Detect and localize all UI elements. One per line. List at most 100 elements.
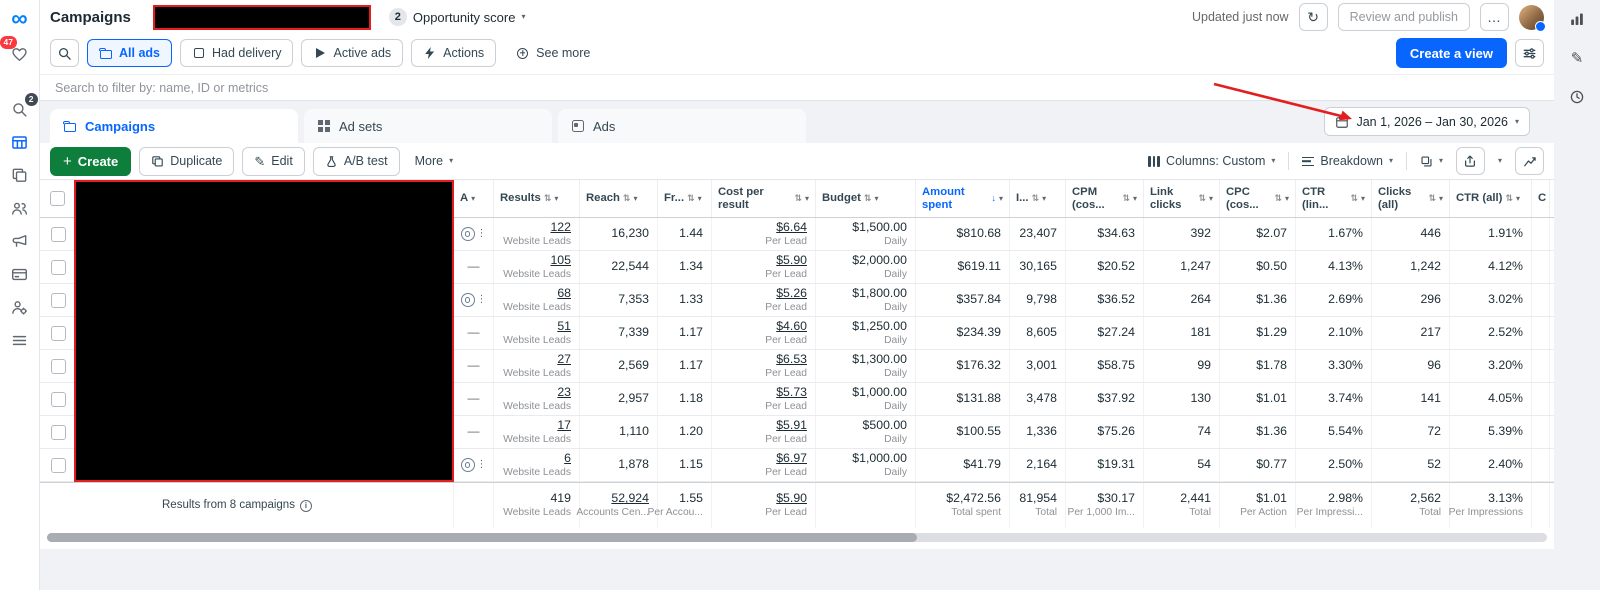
metric-link[interactable]: $6.97 bbox=[776, 451, 807, 466]
filter-chip-all-ads[interactable]: All ads bbox=[87, 39, 172, 67]
filter-chip-active-ads[interactable]: Active ads bbox=[301, 39, 404, 67]
filter-chip-see-more[interactable]: See more bbox=[504, 39, 603, 67]
column-header-attr[interactable]: A ▾ bbox=[454, 180, 494, 217]
breakdown-button[interactable]: Breakdown ▾ bbox=[1295, 146, 1400, 176]
nav-pages[interactable] bbox=[9, 164, 31, 186]
nav-all-tools[interactable] bbox=[9, 329, 31, 351]
tab-ad-sets[interactable]: Ad sets bbox=[304, 109, 552, 143]
attribution-setting-icon[interactable] bbox=[460, 458, 475, 472]
overflow-dots-icon[interactable]: ⋮ bbox=[477, 228, 487, 239]
metric-link[interactable]: 17 bbox=[557, 418, 571, 433]
metric-link[interactable]: 27 bbox=[557, 352, 571, 367]
filter-chip-had-delivery[interactable]: Had delivery bbox=[180, 39, 294, 67]
nav-settings[interactable] bbox=[9, 296, 31, 318]
view-settings-button[interactable] bbox=[1515, 39, 1544, 67]
column-header-ctr_all[interactable]: CTR (all) ⇅ ▾ bbox=[1450, 180, 1532, 217]
info-icon[interactable]: i bbox=[299, 499, 312, 512]
metric-link[interactable]: 6 bbox=[564, 451, 571, 466]
column-header-cpc[interactable]: CPC (cos... ⇅ ▾ bbox=[1220, 180, 1296, 217]
tab-campaigns[interactable]: Campaigns bbox=[50, 109, 298, 143]
column-header-reach[interactable]: Reach ⇅ ▾ bbox=[580, 180, 658, 217]
review-and-publish-button[interactable]: Review and publish bbox=[1337, 3, 1470, 31]
metric-value: $357.84 bbox=[956, 292, 1001, 307]
metric-link[interactable]: $6.53 bbox=[776, 352, 807, 367]
export-button[interactable] bbox=[1455, 147, 1485, 175]
search-input[interactable] bbox=[55, 80, 1539, 95]
row-checkbox[interactable] bbox=[51, 325, 66, 341]
more-options-button[interactable]: … bbox=[1480, 3, 1509, 31]
column-header-results[interactable]: Results ⇅ ▾ bbox=[494, 180, 580, 217]
history-panel-button[interactable] bbox=[1567, 87, 1587, 107]
row-checkbox[interactable] bbox=[51, 292, 66, 308]
column-header-impressions[interactable]: I... ⇅ ▾ bbox=[1010, 180, 1066, 217]
column-header-extra[interactable]: C bbox=[1532, 180, 1550, 217]
date-range-picker[interactable]: Jan 1, 2026 – Jan 30, 2026 ▾ bbox=[1324, 107, 1530, 136]
filter-chip-actions[interactable]: Actions bbox=[411, 39, 497, 67]
nav-audiences[interactable] bbox=[9, 197, 31, 219]
row-checkbox[interactable] bbox=[51, 424, 66, 440]
export-options-button[interactable]: ▾ bbox=[1490, 146, 1509, 176]
column-header-link_clicks[interactable]: Link clicks ⇅ ▾ bbox=[1144, 180, 1220, 217]
cell-reach: 2,569 bbox=[580, 350, 658, 382]
more-button[interactable]: More ▾ bbox=[407, 146, 461, 176]
row-checkbox[interactable] bbox=[51, 259, 66, 275]
metric-value: 1.18 bbox=[679, 391, 703, 406]
avatar[interactable] bbox=[1519, 4, 1546, 32]
edit-button[interactable]: ✎ Edit bbox=[242, 146, 305, 176]
metric-link[interactable]: $5.90 bbox=[776, 492, 807, 506]
person-gear-icon bbox=[12, 300, 27, 315]
metric-link[interactable]: $5.26 bbox=[776, 286, 807, 301]
opportunity-score[interactable]: 2 Opportunity score ▾ bbox=[388, 8, 525, 26]
column-header-spent[interactable]: Amount spent ↓ ▾ bbox=[916, 180, 1010, 217]
metric-link[interactable]: $5.90 bbox=[776, 253, 807, 268]
nav-notifications[interactable]: 47 bbox=[0, 36, 31, 65]
metric-link[interactable]: 23 bbox=[557, 385, 571, 400]
create-button[interactable]: + Create bbox=[50, 146, 132, 176]
nav-ads-manager[interactable] bbox=[9, 131, 31, 153]
metric-link[interactable]: $5.73 bbox=[776, 385, 807, 400]
scrollbar-track[interactable] bbox=[47, 533, 1547, 542]
metric-link[interactable]: 122 bbox=[550, 220, 571, 235]
row-checkbox[interactable] bbox=[51, 226, 66, 242]
duplicate-button[interactable]: Duplicate bbox=[139, 146, 235, 176]
filter-search-button[interactable] bbox=[50, 39, 79, 67]
edit-panel-button[interactable]: ✎ bbox=[1567, 48, 1587, 68]
ab-test-button[interactable]: A/B test bbox=[312, 146, 400, 176]
columns-button[interactable]: Columns: Custom ▾ bbox=[1141, 146, 1283, 176]
column-header-ctr_link[interactable]: CTR (lin... ⇅ ▾ bbox=[1296, 180, 1372, 217]
overflow-dots-icon[interactable]: ⋮ bbox=[477, 459, 487, 470]
metric-link[interactable]: $5.91 bbox=[776, 418, 807, 433]
metric-link[interactable]: 51 bbox=[557, 319, 571, 334]
row-checkbox[interactable] bbox=[51, 358, 66, 374]
tab-ads[interactable]: Ads bbox=[558, 109, 806, 143]
metric-link[interactable]: 105 bbox=[550, 253, 571, 268]
nav-promotions[interactable] bbox=[9, 230, 31, 252]
column-header-cpm[interactable]: CPM (cos... ⇅ ▾ bbox=[1066, 180, 1144, 217]
metric-link[interactable]: 52,924 bbox=[611, 492, 649, 506]
column-header-freq[interactable]: Fr... ⇅ ▾ bbox=[658, 180, 712, 217]
select-all-checkbox[interactable] bbox=[49, 191, 65, 206]
row-checkbox[interactable] bbox=[51, 457, 66, 473]
calendar-icon bbox=[1336, 115, 1349, 128]
nav-billing[interactable] bbox=[9, 263, 31, 285]
nav-search[interactable]: 2 bbox=[9, 93, 38, 120]
column-header-budget[interactable]: Budget ⇅ ▾ bbox=[816, 180, 916, 217]
meta-logo[interactable]: ∞ bbox=[11, 7, 27, 30]
column-header-cpr[interactable]: Cost per result ⇅ ▾ bbox=[712, 180, 816, 217]
cell-clicks_all: 141 bbox=[1372, 383, 1450, 415]
row-checkbox[interactable] bbox=[51, 391, 66, 407]
column-header-clicks_all[interactable]: Clicks (all) ⇅ ▾ bbox=[1372, 180, 1450, 217]
metric-link[interactable]: 68 bbox=[557, 286, 571, 301]
attribution-setting-icon[interactable] bbox=[460, 293, 475, 307]
metric-link[interactable]: $4.60 bbox=[776, 319, 807, 334]
refresh-button[interactable]: ↻ bbox=[1298, 3, 1328, 31]
overflow-dots-icon[interactable]: ⋮ bbox=[477, 294, 487, 305]
metric-link[interactable]: $6.64 bbox=[776, 220, 807, 235]
view-charts-button[interactable] bbox=[1515, 147, 1544, 175]
scrollbar-thumb[interactable] bbox=[47, 533, 917, 542]
create-a-view-button[interactable]: Create a view bbox=[1395, 38, 1507, 68]
attribution-setting-icon[interactable] bbox=[460, 227, 475, 241]
insights-panel-button[interactable] bbox=[1567, 9, 1587, 29]
horizontal-scrollbar[interactable] bbox=[40, 528, 1554, 549]
reports-button[interactable]: ▾ bbox=[1412, 146, 1450, 176]
